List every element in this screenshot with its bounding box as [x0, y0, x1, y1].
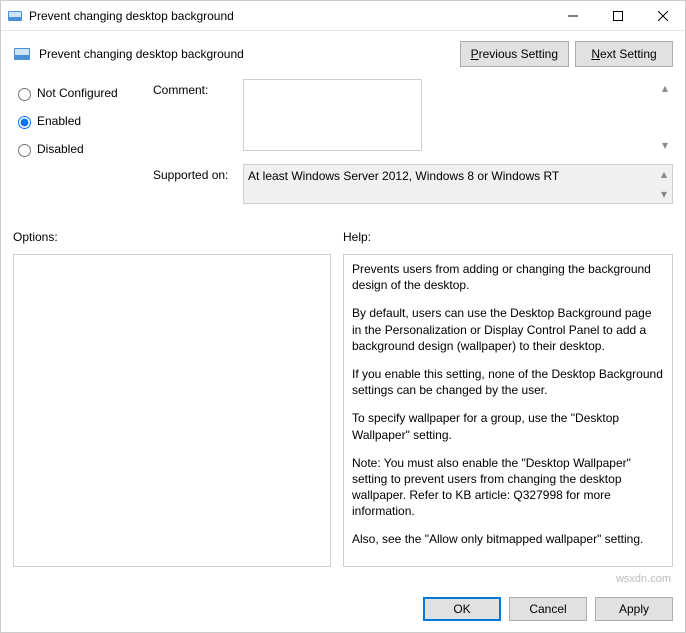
scrollbar-icon: ▴▾ [658, 167, 670, 201]
prev-label: revious Setting [479, 47, 558, 61]
supported-on-label: Supported on: [153, 164, 243, 204]
next-setting-button[interactable]: Next Setting [575, 41, 673, 67]
radio-enabled-input[interactable] [18, 116, 31, 129]
radio-enabled-label: Enabled [37, 114, 81, 128]
options-panel [13, 254, 331, 567]
comment-input[interactable] [243, 79, 422, 151]
radio-enabled[interactable]: Enabled [13, 113, 153, 129]
policy-title: Prevent changing desktop background [39, 47, 454, 61]
help-paragraph: By default, users can use the Desktop Ba… [352, 305, 664, 354]
radio-not-configured-label: Not Configured [37, 86, 118, 100]
title-bar: Prevent changing desktop background [1, 1, 685, 31]
help-paragraph: Also, see the "Allow only bitmapped wall… [352, 531, 664, 547]
help-paragraph: Note: You must also enable the "Desktop … [352, 455, 664, 520]
window-title: Prevent changing desktop background [29, 9, 550, 23]
cancel-button[interactable]: Cancel [509, 597, 587, 621]
supported-on-value: At least Windows Server 2012, Windows 8 … [243, 164, 673, 204]
comment-label: Comment: [153, 79, 243, 154]
radio-disabled-input[interactable] [18, 144, 31, 157]
radio-disabled[interactable]: Disabled [13, 141, 153, 157]
radio-disabled-label: Disabled [37, 142, 84, 156]
options-label: Options: [13, 230, 331, 244]
help-paragraph: To specify wallpaper for a group, use th… [352, 410, 664, 442]
radio-not-configured-input[interactable] [18, 88, 31, 101]
scrollbar-icon: ▴▾ [659, 81, 671, 152]
radio-not-configured[interactable]: Not Configured [13, 85, 153, 101]
policy-icon [13, 45, 31, 63]
help-label: Help: [343, 230, 673, 244]
app-icon [7, 8, 23, 24]
maximize-button[interactable] [595, 1, 640, 30]
close-button[interactable] [640, 1, 685, 30]
help-paragraph: Prevents users from adding or changing t… [352, 261, 664, 293]
footer: OK Cancel Apply [1, 589, 685, 629]
apply-button[interactable]: Apply [595, 597, 673, 621]
help-paragraph: If you enable this setting, none of the … [352, 366, 664, 398]
minimize-button[interactable] [550, 1, 595, 30]
help-panel: Prevents users from adding or changing t… [343, 254, 673, 567]
watermark: wsxdn.com [1, 573, 685, 585]
header-row: Prevent changing desktop background Prev… [1, 31, 685, 73]
next-label: ext Setting [600, 47, 657, 61]
previous-setting-button[interactable]: Previous Setting [460, 41, 569, 67]
state-radio-group: Not Configured Enabled Disabled [13, 79, 153, 214]
ok-button[interactable]: OK [423, 597, 501, 621]
